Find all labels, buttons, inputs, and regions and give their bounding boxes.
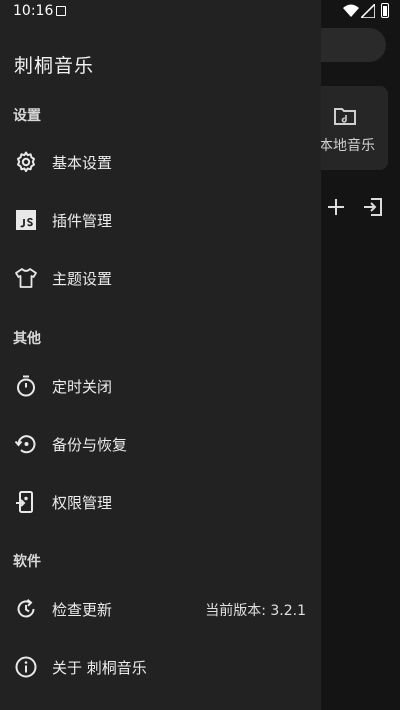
about-label: 关于 刺桐音乐	[52, 659, 147, 677]
navigation-drawer: 刺桐音乐 设置 基本设置 插件管理 主题设置 其他 定时关闭 备份与恢复 权限管…	[0, 0, 321, 710]
battery-icon	[381, 3, 389, 18]
timer-close-label: 定时关闭	[52, 378, 113, 396]
import-icon[interactable]	[362, 196, 384, 218]
current-version: 当前版本: 3.2.1	[205, 603, 306, 619]
music-folder-icon	[333, 106, 357, 126]
plus-icon[interactable]	[325, 196, 347, 218]
drawer-item-basic-settings[interactable]: 基本设置	[0, 137, 321, 187]
section-title-others: 其他	[13, 331, 41, 347]
section-title-settings: 设置	[13, 108, 41, 124]
permission-icon	[14, 490, 38, 514]
drawer-item-permission-manage[interactable]: 权限管理	[0, 477, 321, 527]
backup-restore-label: 备份与恢复	[52, 436, 128, 454]
drawer-item-about[interactable]: 关于 刺桐音乐	[0, 642, 321, 692]
check-update-label: 检查更新	[52, 601, 113, 619]
timer-icon	[14, 374, 38, 398]
info-icon	[14, 655, 38, 679]
app-title: 刺桐音乐	[14, 55, 95, 77]
drawer-item-backup-restore[interactable]: 备份与恢复	[0, 419, 321, 469]
js-icon	[14, 208, 38, 232]
drawer-item-check-update[interactable]: 检查更新 当前版本: 3.2.1	[0, 584, 321, 634]
basic-settings-label: 基本设置	[52, 154, 113, 172]
wifi-icon	[343, 4, 359, 18]
restore-icon	[14, 432, 38, 456]
section-title-software: 软件	[13, 554, 41, 570]
update-icon	[14, 597, 38, 621]
status-time: 10:16	[13, 3, 54, 19]
notification-icon	[56, 6, 66, 16]
tshirt-icon	[14, 266, 38, 290]
signal-icon	[361, 4, 375, 18]
gear-icon	[14, 150, 38, 174]
plugin-manage-label: 插件管理	[52, 212, 113, 230]
drawer-item-theme-settings[interactable]: 主题设置	[0, 253, 321, 303]
drawer-item-plugin-manage[interactable]: 插件管理	[0, 195, 321, 245]
status-bar: 10:16	[0, 0, 400, 24]
drawer-item-timer-close[interactable]: 定时关闭	[0, 361, 321, 411]
theme-settings-label: 主题设置	[52, 270, 113, 288]
permission-manage-label: 权限管理	[52, 494, 113, 512]
